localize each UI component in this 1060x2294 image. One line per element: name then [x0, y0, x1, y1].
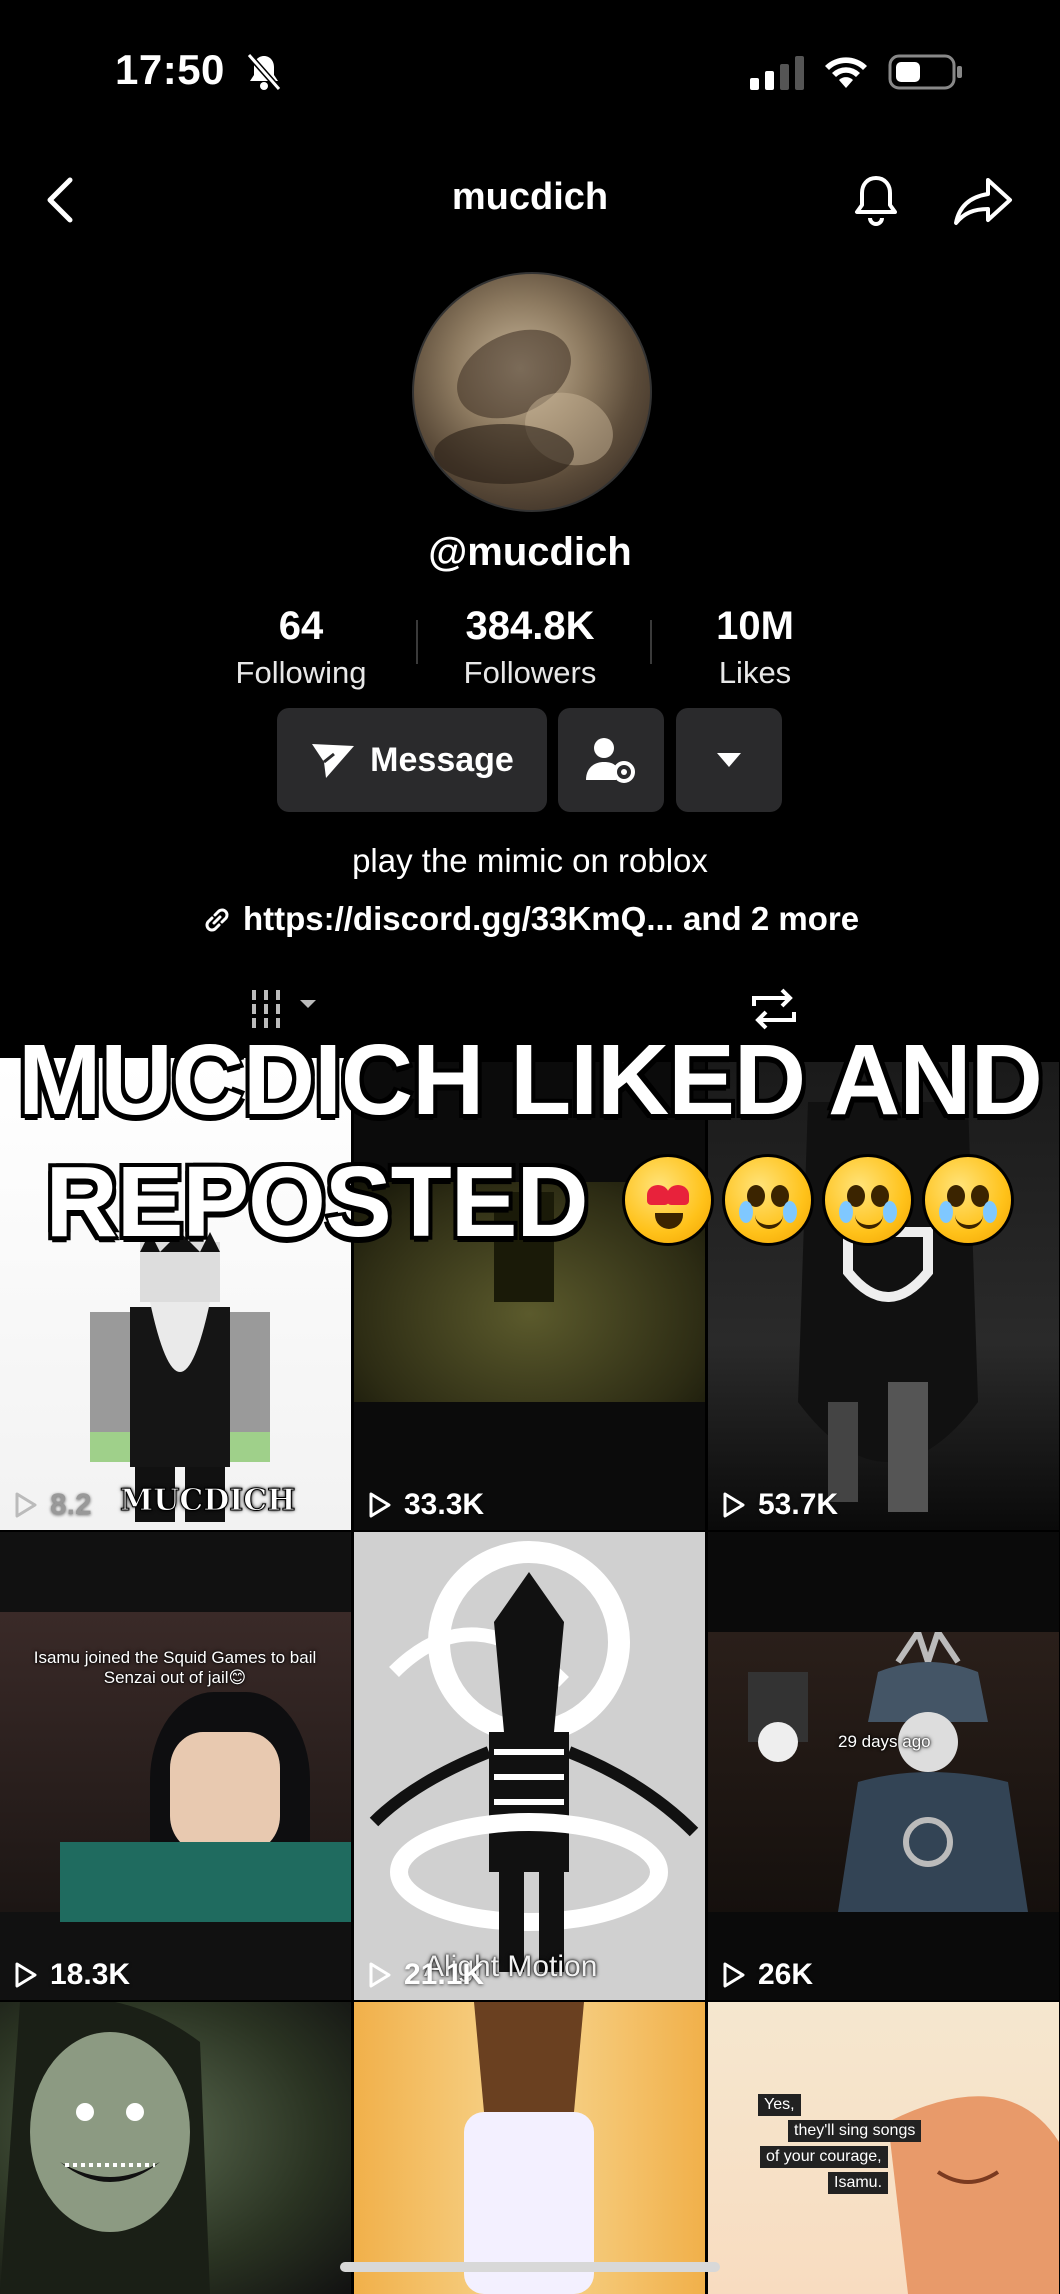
view-count: 26K — [722, 1958, 813, 1992]
video-tile[interactable]: 29 days ago 26K — [708, 1532, 1059, 2000]
view-count: 53.7K — [722, 1488, 838, 1522]
video-caption: Yes, they'll sing songs of your courage,… — [758, 2094, 922, 2194]
stat-label: Followers — [463, 655, 597, 690]
play-icon — [369, 1962, 391, 1988]
play-icon — [723, 1492, 745, 1518]
view-count: 33.3K — [368, 1488, 484, 1522]
video-tile[interactable]: Yes, they'll sing songs of your courage,… — [708, 2002, 1059, 2294]
share-button[interactable] — [952, 170, 1014, 230]
pleading-face-emoji-icon — [822, 1154, 915, 1246]
play-icon — [723, 1962, 745, 1988]
home-indicator[interactable] — [340, 2262, 720, 2272]
caret-down-icon — [717, 753, 741, 767]
play-icon — [15, 1962, 37, 1988]
message-button[interactable]: Message — [277, 708, 547, 812]
video-caption: 29 days ago — [838, 1732, 931, 1751]
notification-bell-button[interactable] — [850, 170, 902, 230]
stat-following[interactable]: 64 Following — [208, 604, 394, 691]
overlay-text-line-2: REPOSTED — [0, 1150, 1060, 1254]
video-tile[interactable]: Isamu joined the Squid Games to bail Sen… — [0, 1532, 351, 2000]
user-gear-icon — [586, 738, 635, 783]
stat-value: 10M — [716, 604, 794, 648]
video-caption: MUCDICH — [120, 1483, 297, 1519]
caption-line: of your courage, — [760, 2146, 888, 2168]
battery-icon — [888, 54, 962, 90]
bell-muted-icon — [246, 53, 282, 91]
thumbnail-graphic — [0, 2002, 210, 2294]
video-tile[interactable] — [354, 2002, 705, 2294]
bio-link[interactable]: https://discord.gg/33KmQ... and 2 more — [0, 900, 1060, 938]
caption-line: they'll sing songs — [788, 2120, 922, 2142]
bio-text: play the mimic on roblox — [352, 842, 708, 879]
stat-value: 64 — [278, 604, 324, 648]
username-handle: @mucdich — [428, 530, 632, 574]
pleading-face-emoji-icon — [922, 1154, 1015, 1246]
overlay-text: REPOSTED — [44, 1146, 591, 1258]
view-count: 8.2 — [14, 1488, 92, 1522]
stat-followers[interactable]: 384.8K Followers — [440, 604, 620, 691]
heart-eyes-emoji-icon — [622, 1154, 715, 1246]
video-caption: Isamu joined the Squid Games to bail Sen… — [33, 1648, 317, 1687]
more-dropdown-button[interactable] — [676, 708, 782, 812]
stat-value: 384.8K — [465, 604, 595, 648]
thumbnail-graphic — [369, 1541, 699, 1972]
message-label: Message — [370, 740, 514, 779]
view-count-text: 18.3K — [50, 1958, 131, 1991]
friend-settings-button[interactable] — [558, 708, 664, 812]
view-count-text: 53.7K — [758, 1488, 839, 1521]
video-tile[interactable] — [0, 2002, 351, 2294]
stat-divider — [650, 620, 652, 664]
stat-label: Likes — [718, 655, 792, 690]
link-icon — [205, 908, 229, 932]
caption-line: Yes, — [758, 2094, 801, 2116]
view-count: 21.1K — [368, 1958, 484, 1992]
caption-line: Isamu. — [828, 2172, 889, 2194]
status-time: 17:50 — [115, 46, 225, 93]
stat-likes[interactable]: 10M Likes — [680, 604, 830, 691]
play-icon — [15, 1492, 37, 1518]
thumbnail-samurai — [748, 1632, 1028, 1912]
avatar[interactable] — [412, 272, 652, 512]
stat-divider — [416, 620, 418, 664]
cellular-signal-icon — [750, 56, 804, 90]
video-tile[interactable]: Alight Motion 21.1K — [354, 1532, 705, 2000]
wifi-icon — [825, 57, 867, 88]
bio-link-text: https://discord.gg/33KmQ... and 2 more — [242, 900, 860, 937]
stat-label: Following — [235, 655, 367, 690]
send-icon — [312, 744, 355, 778]
overlay-text-line-1: MUCDICH LIKED AND — [16, 1024, 1045, 1136]
thumbnail-graphic — [464, 2002, 594, 2294]
thumbnail-face — [170, 1732, 280, 1852]
view-count-text: 21.1K — [404, 1958, 485, 1991]
view-count-text: 8.2 — [50, 1488, 92, 1521]
pleading-face-emoji-icon — [722, 1154, 815, 1246]
view-count: 18.3K — [14, 1958, 130, 1992]
view-count-text: 33.3K — [404, 1488, 485, 1521]
view-count-text: 26K — [758, 1958, 814, 1991]
thumbnail-jacket — [60, 1842, 351, 1922]
play-icon — [369, 1492, 391, 1518]
